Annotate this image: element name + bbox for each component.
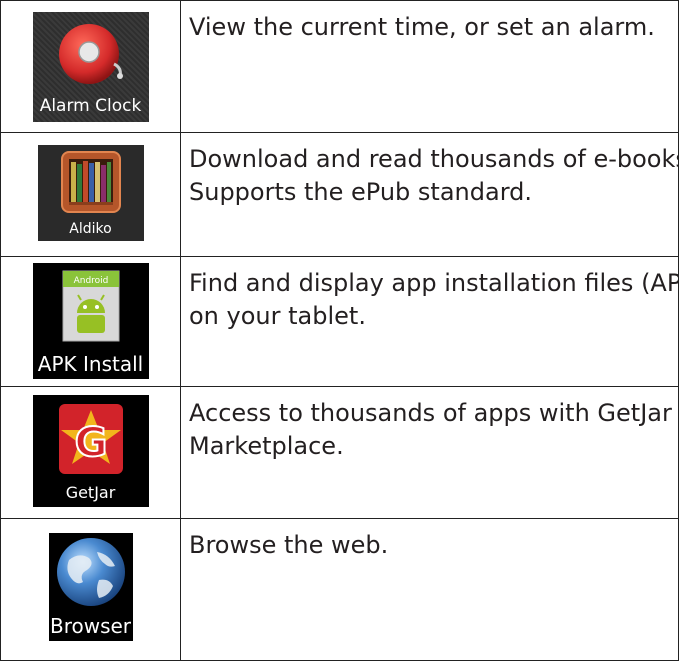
table-row: Alarm Clock View the current time, or se… [0,0,679,133]
app-description: Browse the web. [180,518,679,661]
app-icon-tile: Android APK Install [32,263,149,379]
table-row: G GetJar Access to thousands of apps wit… [0,386,679,519]
description-text: Download and read thousands of e-books. … [189,145,678,206]
app-description: Access to thousands of apps with GetJar … [180,386,679,519]
aldiko-bookshelf-icon [60,151,121,213]
app-icon-tile: Alarm Clock [32,12,149,122]
app-icon-tile: G GetJar [32,395,149,507]
browser-globe-icon [56,538,125,606]
icon-cell: Aldiko [0,132,181,257]
icon-label: APK Install [37,352,144,376]
icon-cell: Alarm Clock [0,0,181,133]
icon-label: Aldiko [69,221,112,237]
app-icon-tile: Browser [48,533,133,641]
app-description: Download and read thousands of e-books. … [180,132,679,257]
icon-label: GetJar [65,483,116,502]
apk-badge-text: Android [73,276,108,286]
table-row: Android APK Install Find and display app… [0,256,679,387]
icon-cell: Android APK Install [0,256,181,387]
icon-label: Alarm Clock [39,96,142,116]
alarm-clock-icon [58,24,123,84]
apk-install-android-icon: Android [62,270,119,342]
app-icon-tile: Aldiko [37,145,144,241]
table-row: Browser Browse the web. [0,518,679,661]
table-row: Aldiko Download and read thousands of e-… [0,132,679,257]
getjar-g-icon: G [58,404,123,474]
icon-cell: G GetJar [0,386,181,519]
apps-table: Alarm Clock View the current time, or se… [0,0,679,661]
icon-label: Browser [49,614,132,638]
description-text: Find and display app installation files … [189,269,679,330]
app-description: View the current time, or set an alarm. [180,0,679,133]
getjar-letter: G [74,420,107,466]
app-description: Find and display app installation files … [180,256,679,387]
icon-cell: Browser [0,518,181,661]
description-text: Access to thousands of apps with GetJar … [189,399,672,460]
